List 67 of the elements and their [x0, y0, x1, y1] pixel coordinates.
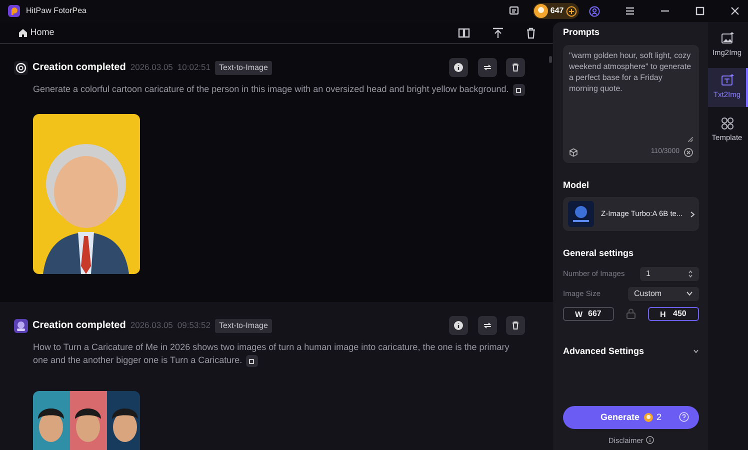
section-title: General settings [563, 247, 635, 260]
coin-icon [534, 4, 548, 18]
date-text: 2026.03.05 [130, 319, 173, 332]
maximize-icon[interactable] [695, 6, 705, 16]
mode-tag: Text-to-Image [215, 60, 272, 74]
time-text: 09:53:52 [177, 319, 210, 332]
date-text: 2026.03.05 [130, 61, 173, 74]
chevron-right-icon [690, 210, 695, 218]
info-icon [454, 321, 463, 330]
copy-button[interactable] [512, 84, 525, 96]
delete-icon[interactable] [525, 26, 537, 38]
info-icon[interactable] [646, 436, 654, 444]
model-thumbnail-icon [568, 201, 594, 227]
chevron-down-icon [693, 349, 699, 354]
credits-count: 647 [550, 5, 564, 17]
copy-icon [516, 86, 522, 93]
spinner-icon [688, 270, 693, 278]
delete-icon [511, 63, 520, 72]
regenerate-icon [482, 63, 492, 72]
image-icon [720, 74, 734, 88]
number-field[interactable]: 1 [640, 266, 699, 280]
menu-icon[interactable] [625, 6, 635, 16]
credits-button[interactable]: 647 [533, 3, 579, 19]
delete-button[interactable] [506, 58, 525, 77]
home-link[interactable]: Home [18, 26, 54, 40]
mode-tag: Text-to-Image [215, 318, 272, 332]
prompt-text: Generate a colorful cartoon caricature of the person in this image with an oversized head and bright yellow background. [33, 83, 525, 96]
advanced-settings-toggle[interactable]: Advanced Settings [563, 344, 699, 358]
regenerate-icon [482, 321, 492, 330]
help-icon[interactable] [679, 412, 689, 422]
add-icon [566, 6, 577, 16]
cube-icon[interactable] [569, 148, 578, 157]
copy-button[interactable] [246, 354, 258, 367]
field-prefix: H [660, 308, 666, 320]
image-icon [720, 32, 734, 45]
time-text: 10:02:51 [177, 61, 210, 74]
home-icon [18, 28, 28, 38]
prompt-text: How to Turn a Caricature of Me in 2026 shows two images of turn a human image into caricature, the one is the primary one and the another bigger one is Turn a Caricature. [33, 341, 510, 367]
delete-button[interactable] [506, 316, 525, 335]
regenerate-button[interactable] [478, 316, 496, 335]
window-title: HitPaw FotorPea [26, 5, 86, 17]
credit-cost: 2 [656, 410, 662, 424]
section-title: Prompts [563, 26, 601, 39]
upload-icon[interactable] [492, 26, 504, 38]
chevron-down-icon [686, 291, 693, 296]
status-title: Creation completed [32, 319, 126, 333]
account-icon[interactable] [589, 6, 600, 16]
generate-button[interactable]: Generate 2 [563, 406, 699, 429]
status-title: Creation completed [32, 61, 126, 75]
regenerate-button[interactable] [478, 58, 496, 77]
app-logo-icon [8, 5, 20, 17]
size-dropdown[interactable]: Custom [628, 286, 699, 300]
coin-icon [644, 412, 652, 422]
copy-icon [249, 358, 256, 364]
message-icon[interactable] [509, 6, 520, 16]
info-button[interactable] [449, 316, 468, 335]
template-icon [720, 116, 734, 130]
info-button[interactable] [449, 58, 468, 77]
field-prefix: W [575, 308, 583, 320]
resize-handle-icon[interactable] [688, 137, 693, 142]
section-title: Model [563, 178, 590, 192]
clear-icon[interactable] [684, 148, 693, 157]
close-icon[interactable] [730, 6, 740, 16]
info-icon [454, 63, 463, 72]
delete-icon [511, 321, 520, 330]
bot-avatar-icon [14, 318, 28, 332]
prompt-text: "warm golden hour, soft light, cozy weekend atmosphere" to generate a perfect base for a Friday morning quote. [569, 50, 692, 95]
